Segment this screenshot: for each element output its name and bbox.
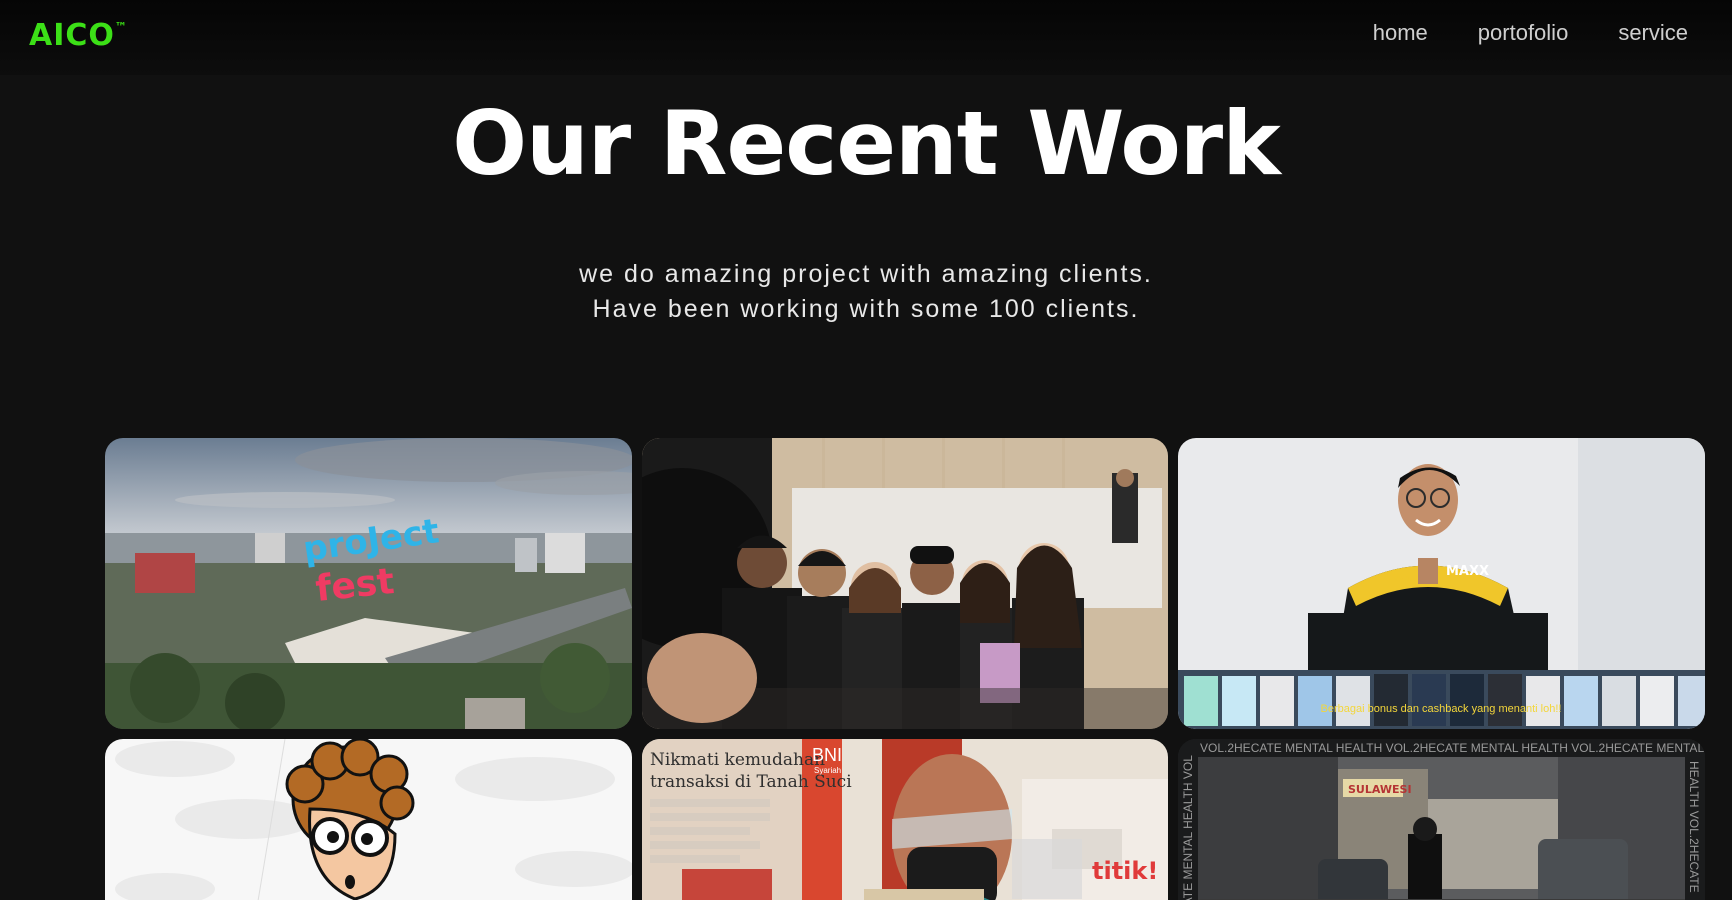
bni-brand-sub: Syariah [814,766,841,775]
page: AICO™ home portofolio service Our Recent… [0,0,1732,900]
shirt-name-tag: AHMAD [1383,575,1409,583]
animation-thumbnail [105,739,632,900]
hecate-frame-left: CATE MENTAL HEALTH VOL [1181,755,1195,900]
nav-link-portofolio[interactable]: portofolio [1478,20,1569,46]
portfolio-card-fashion-shoot[interactable] [642,438,1168,729]
nav-link-home[interactable]: home [1373,20,1428,46]
portfolio-card-animation[interactable] [105,739,632,900]
brand-name: AICO [29,18,115,53]
hecate-frame-top: VOL.2HECATE MENTAL HEALTH VOL.2HECATE ME… [1200,741,1704,755]
subtitle-line-1: we do amazing project with amazing clien… [579,260,1153,288]
main-nav: home portofolio service [1373,20,1688,46]
store-sign: SULAWESI [1348,783,1412,796]
shirt-brand-text: MAXX [1446,564,1489,579]
portfolio-card-bni-syariah[interactable]: Nikmati kemudahan transaksi di Tanah Suc… [642,739,1168,900]
brand-logo[interactable]: AICO™ [29,18,128,53]
portfolio-card-hecate-mental-health[interactable]: SULAWESI VOL.2HECATE MENTAL HEALTH VOL.2… [1178,739,1705,900]
portfolio-card-project-fest[interactable]: proJect fest [105,438,632,729]
bni-syariah-thumbnail: Nikmati kemudahan transaksi di Tanah Suc… [642,739,1168,900]
bni-banner-line-1: Nikmati kemudahan [650,750,825,770]
project-fest-thumbnail: proJect fest [105,438,632,729]
portfolio-card-gadget-promo[interactable]: MAXX AHMAD Berbagai bonus dan cashback y… [1178,438,1705,729]
hecate-thumbnail: SULAWESI VOL.2HECATE MENTAL HEALTH VOL.2… [1178,739,1705,900]
promo-caption: Berbagai bonus dan cashback yang menanti… [1321,703,1562,715]
gadget-promo-thumbnail: MAXX AHMAD Berbagai bonus dan cashback y… [1178,438,1705,729]
subtitle-line-2: Have been working with some 100 clients. [592,295,1140,323]
bni-banner-line-2: transaksi di Tanah Suci [650,772,852,792]
site-header: AICO™ home portofolio service [0,0,1732,75]
nav-link-service[interactable]: service [1618,20,1688,46]
project-fest-logo-bottom: fest [314,561,397,610]
bni-sign: titik! [1092,857,1158,885]
bni-brand: BNI [812,745,842,765]
page-title: Our Recent Work [452,92,1280,195]
fashion-shoot-thumbnail [642,438,1168,729]
hecate-frame-right: HEALTH VOL.2HECATE [1687,761,1701,893]
trademark-mark: ™ [114,20,128,34]
